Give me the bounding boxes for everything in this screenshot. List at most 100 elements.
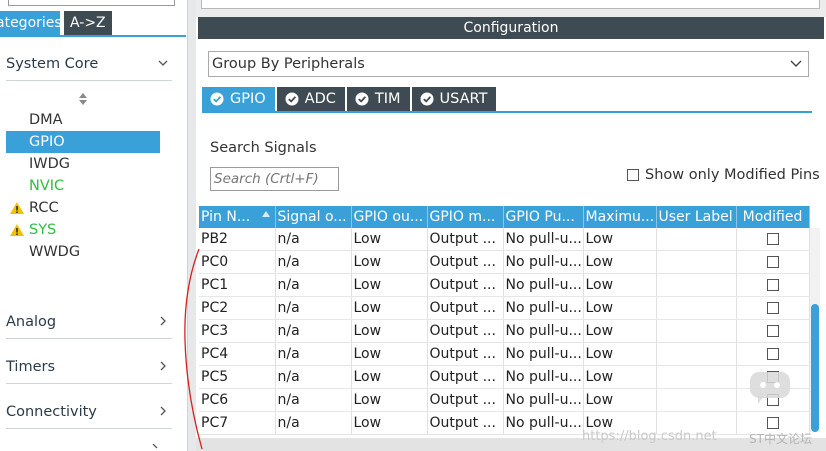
search-signals-label: Search Signals bbox=[210, 140, 317, 156]
sidebar-item-sys[interactable]: SYS bbox=[6, 219, 160, 241]
cell-user-label[interactable] bbox=[656, 228, 737, 251]
cell-modified bbox=[736, 250, 810, 274]
tab-label: USART bbox=[439, 91, 488, 107]
chevron-down-icon bbox=[790, 60, 802, 67]
cell-gpio-pull: No pull-u... bbox=[503, 411, 584, 435]
cell-gpio-mode: Output ... bbox=[427, 388, 504, 412]
cell-gpio-pull: No pull-u... bbox=[503, 296, 584, 320]
divider bbox=[6, 428, 172, 429]
table-scrollbar[interactable] bbox=[810, 228, 820, 432]
table-row[interactable]: PC4 n/a Low Output ... No pull-u... Low bbox=[199, 342, 810, 366]
modified-checkbox[interactable] bbox=[766, 348, 779, 360]
tab-adc[interactable]: ADC bbox=[276, 87, 345, 111]
category-panel: ategories A->Z System Core DMA GPIO IWDG… bbox=[0, 0, 188, 451]
tab-usart[interactable]: USART bbox=[411, 87, 497, 111]
category-connectivity[interactable]: Connectivity bbox=[6, 402, 172, 424]
chevron-right-icon bbox=[152, 444, 158, 449]
category-system-core[interactable]: System Core bbox=[6, 54, 172, 76]
column-label: Pin N... bbox=[201, 209, 251, 225]
cell-modified bbox=[736, 228, 810, 251]
warning-icon bbox=[10, 202, 24, 214]
cell-user-label[interactable] bbox=[656, 342, 737, 366]
cell-max-speed: Low bbox=[583, 365, 657, 389]
configuration-panel: Configuration Group By Peripherals GPIO … bbox=[196, 0, 826, 451]
column-header-modified[interactable]: Modified bbox=[736, 206, 810, 228]
modified-checkbox[interactable] bbox=[766, 256, 779, 268]
sidebar-item-wwdg[interactable]: WWDG bbox=[6, 241, 160, 263]
group-by-select[interactable]: Group By Peripherals bbox=[208, 51, 809, 77]
cell-gpio-mode: Output ... bbox=[427, 273, 504, 297]
cell-signal: n/a bbox=[275, 228, 352, 251]
modified-checkbox[interactable] bbox=[766, 417, 779, 429]
sidebar-item-gpio[interactable]: GPIO bbox=[6, 131, 160, 153]
sidebar-item-nvic[interactable]: NVIC bbox=[6, 175, 160, 197]
category-timers[interactable]: Timers bbox=[6, 357, 172, 379]
cell-max-speed: Low bbox=[583, 250, 657, 274]
sidebar-item-rcc[interactable]: RCC bbox=[6, 197, 160, 219]
checkbox[interactable] bbox=[627, 169, 639, 181]
cell-gpio-output: Low bbox=[351, 319, 428, 343]
cell-gpio-output: Low bbox=[351, 411, 428, 435]
mode-area-edge bbox=[196, 0, 826, 17]
show-modified-label: Show only Modified Pins bbox=[645, 167, 820, 183]
column-header-pin[interactable]: Pin N... bbox=[199, 206, 276, 228]
category-label: Timers bbox=[6, 359, 56, 375]
cell-user-label[interactable] bbox=[656, 319, 737, 343]
column-header-user-label[interactable]: User Label bbox=[656, 206, 737, 228]
modified-checkbox[interactable] bbox=[766, 279, 779, 291]
tab-a-to-z[interactable]: A->Z bbox=[64, 11, 112, 35]
table-row[interactable]: PC7 n/a Low Output ... No pull-u... Low bbox=[199, 411, 810, 435]
category-label: Connectivity bbox=[6, 404, 97, 420]
cell-gpio-mode: Output ... bbox=[427, 365, 504, 389]
category-analog[interactable]: Analog bbox=[6, 312, 172, 334]
modified-checkbox[interactable] bbox=[766, 325, 779, 337]
tab-categories[interactable]: ategories bbox=[0, 11, 60, 35]
cell-user-label[interactable] bbox=[656, 250, 737, 274]
cell-gpio-output: Low bbox=[351, 296, 428, 320]
tab-underline bbox=[0, 35, 186, 37]
cell-user-label[interactable] bbox=[656, 365, 737, 389]
table-row[interactable]: PC3 n/a Low Output ... No pull-u... Low bbox=[199, 319, 810, 343]
cell-user-label[interactable] bbox=[656, 388, 737, 412]
cell-signal: n/a bbox=[275, 319, 352, 343]
table-row[interactable]: PC2 n/a Low Output ... No pull-u... Low bbox=[199, 296, 810, 320]
sidebar-item-dma[interactable]: DMA bbox=[6, 109, 160, 131]
chevron-down-icon bbox=[158, 60, 168, 66]
table-row[interactable]: PB2 n/a Low Output ... No pull-u... Low bbox=[199, 228, 810, 251]
column-header-gpio-pull[interactable]: GPIO Pu... bbox=[503, 206, 584, 228]
table-row[interactable]: PC5 n/a Low Output ... No pull-u... Low bbox=[199, 365, 810, 389]
tab-gpio[interactable]: GPIO bbox=[202, 87, 275, 111]
cell-max-speed: Low bbox=[583, 319, 657, 343]
modified-checkbox[interactable] bbox=[766, 302, 779, 314]
column-header-gpio-output[interactable]: GPIO ou... bbox=[351, 206, 428, 228]
column-header-max-speed[interactable]: Maximu... bbox=[583, 206, 657, 228]
cell-gpio-mode: Output ... bbox=[427, 342, 504, 366]
divider bbox=[6, 338, 172, 339]
cell-user-label[interactable] bbox=[656, 296, 737, 320]
table-row[interactable]: PC0 n/a Low Output ... No pull-u... Low bbox=[199, 250, 810, 274]
tab-tim[interactable]: TIM bbox=[346, 87, 410, 111]
cell-max-speed: Low bbox=[583, 388, 657, 412]
sort-arrows-icon[interactable] bbox=[78, 92, 88, 106]
table-row[interactable]: PC1 n/a Low Output ... No pull-u... Low bbox=[199, 273, 810, 297]
configuration-header: Configuration bbox=[198, 17, 824, 39]
table-row[interactable]: PC6 n/a Low Output ... No pull-u... Low bbox=[199, 388, 810, 412]
cell-modified bbox=[736, 319, 810, 343]
cell-gpio-output: Low bbox=[351, 250, 428, 274]
column-header-signal[interactable]: Signal o... bbox=[275, 206, 352, 228]
check-circle-icon bbox=[420, 92, 434, 106]
modified-checkbox[interactable] bbox=[766, 233, 779, 245]
cell-user-label[interactable] bbox=[656, 273, 737, 297]
cell-signal: n/a bbox=[275, 296, 352, 320]
forum-logo-icon bbox=[750, 372, 790, 404]
show-modified-checkbox[interactable]: Show only Modified Pins bbox=[627, 166, 820, 184]
column-header-gpio-mode[interactable]: GPIO m... bbox=[427, 206, 504, 228]
tab-label: ADC bbox=[304, 91, 336, 107]
cell-gpio-pull: No pull-u... bbox=[503, 388, 584, 412]
cell-gpio-output: Low bbox=[351, 342, 428, 366]
search-signals-input[interactable] bbox=[210, 167, 339, 191]
sidebar-item-iwdg[interactable]: IWDG bbox=[6, 153, 160, 175]
cell-gpio-mode: Output ... bbox=[427, 250, 504, 274]
scrollbar-thumb[interactable] bbox=[811, 304, 819, 432]
category-search-input[interactable] bbox=[8, 0, 175, 6]
